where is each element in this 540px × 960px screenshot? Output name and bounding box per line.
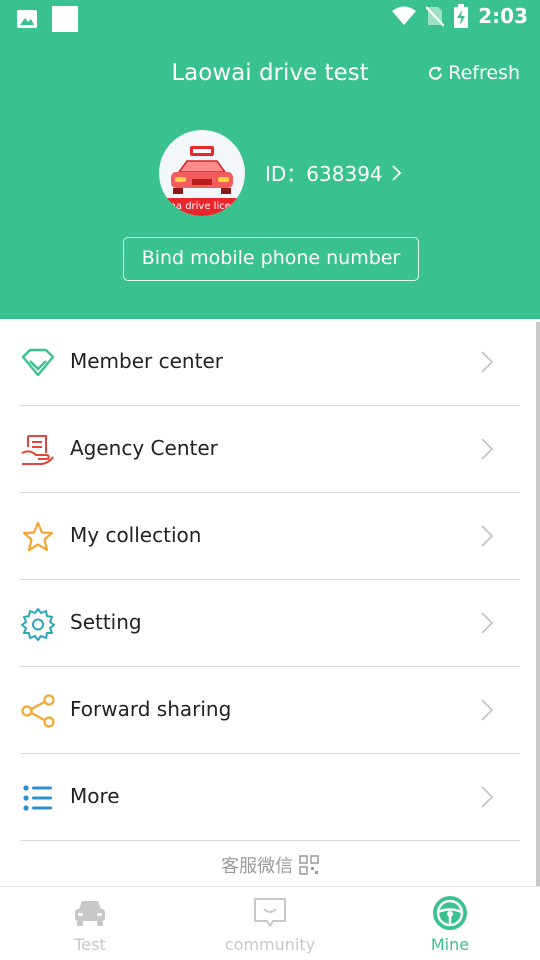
chevron-right-icon (392, 164, 401, 181)
menu-item-label: More (70, 784, 120, 808)
avatar-caption: ina drive licen (159, 198, 245, 216)
menu-item-agency-center[interactable]: Agency Center (20, 406, 520, 493)
bind-phone-button[interactable]: Bind mobile phone number (123, 237, 419, 281)
user-id: ID：638394 (265, 162, 383, 186)
scrollbar[interactable] (536, 322, 540, 942)
car-icon (75, 901, 105, 926)
star-icon (22, 521, 54, 552)
refresh-button[interactable]: Refresh (427, 62, 520, 84)
list-icon (23, 785, 52, 811)
menu-item-label: Member center (70, 349, 223, 373)
battery-charging-icon (454, 4, 469, 28)
avatar[interactable]: ina drive licen (159, 130, 245, 216)
diamond-icon (21, 348, 55, 377)
bottom-tab-bar: Test community Mine (0, 886, 540, 960)
user-id-row[interactable]: ID：638394 (265, 158, 403, 187)
tab-label: community (224, 935, 316, 954)
status-time: 2:03 (478, 4, 528, 28)
menu-item-label: Agency Center (70, 436, 218, 460)
tab-label: Test (74, 935, 106, 954)
menu-item-forward-sharing[interactable]: Forward sharing (20, 667, 520, 754)
chevron-right-icon (481, 438, 494, 460)
image-notification-icon (17, 10, 37, 28)
tab-mine[interactable]: Mine (360, 887, 540, 960)
profile-header: 2:03 Laowai drive test Refresh ina drive… (0, 0, 540, 319)
menu-item-more[interactable]: More (20, 754, 520, 841)
refresh-icon (429, 66, 443, 80)
agency-hand-icon (21, 435, 54, 465)
chevron-right-icon (481, 351, 494, 373)
chevron-right-icon (481, 612, 494, 634)
menu-item-label: Forward sharing (70, 697, 232, 721)
status-bar: 2:03 (0, 0, 540, 36)
menu-item-setting[interactable]: Setting (20, 580, 520, 667)
square-notification-icon (52, 6, 78, 32)
chat-icon (254, 898, 286, 927)
refresh-label: Refresh (448, 62, 520, 84)
no-sim-icon (426, 6, 445, 27)
chevron-right-icon (481, 525, 494, 547)
steering-wheel-icon (433, 896, 467, 930)
menu-list: Member center Agency Center My collectio… (0, 319, 540, 841)
menu-item-label: My collection (70, 523, 202, 547)
chevron-right-icon (481, 786, 494, 808)
wechat-label: 客服微信 (221, 856, 294, 877)
menu-item-label: Setting (70, 610, 142, 634)
gear-icon (21, 608, 55, 641)
menu-item-member-center[interactable]: Member center (20, 319, 520, 406)
tab-test[interactable]: Test (0, 887, 180, 960)
customer-service-wechat[interactable]: 客服微信 (0, 852, 540, 878)
menu-item-my-collection[interactable]: My collection (20, 493, 520, 580)
tab-community[interactable]: community (180, 887, 360, 960)
share-icon (21, 694, 55, 728)
tab-label: Mine (430, 935, 470, 954)
qr-code-icon (299, 855, 319, 875)
chevron-right-icon (481, 699, 494, 721)
wifi-icon (392, 6, 417, 25)
